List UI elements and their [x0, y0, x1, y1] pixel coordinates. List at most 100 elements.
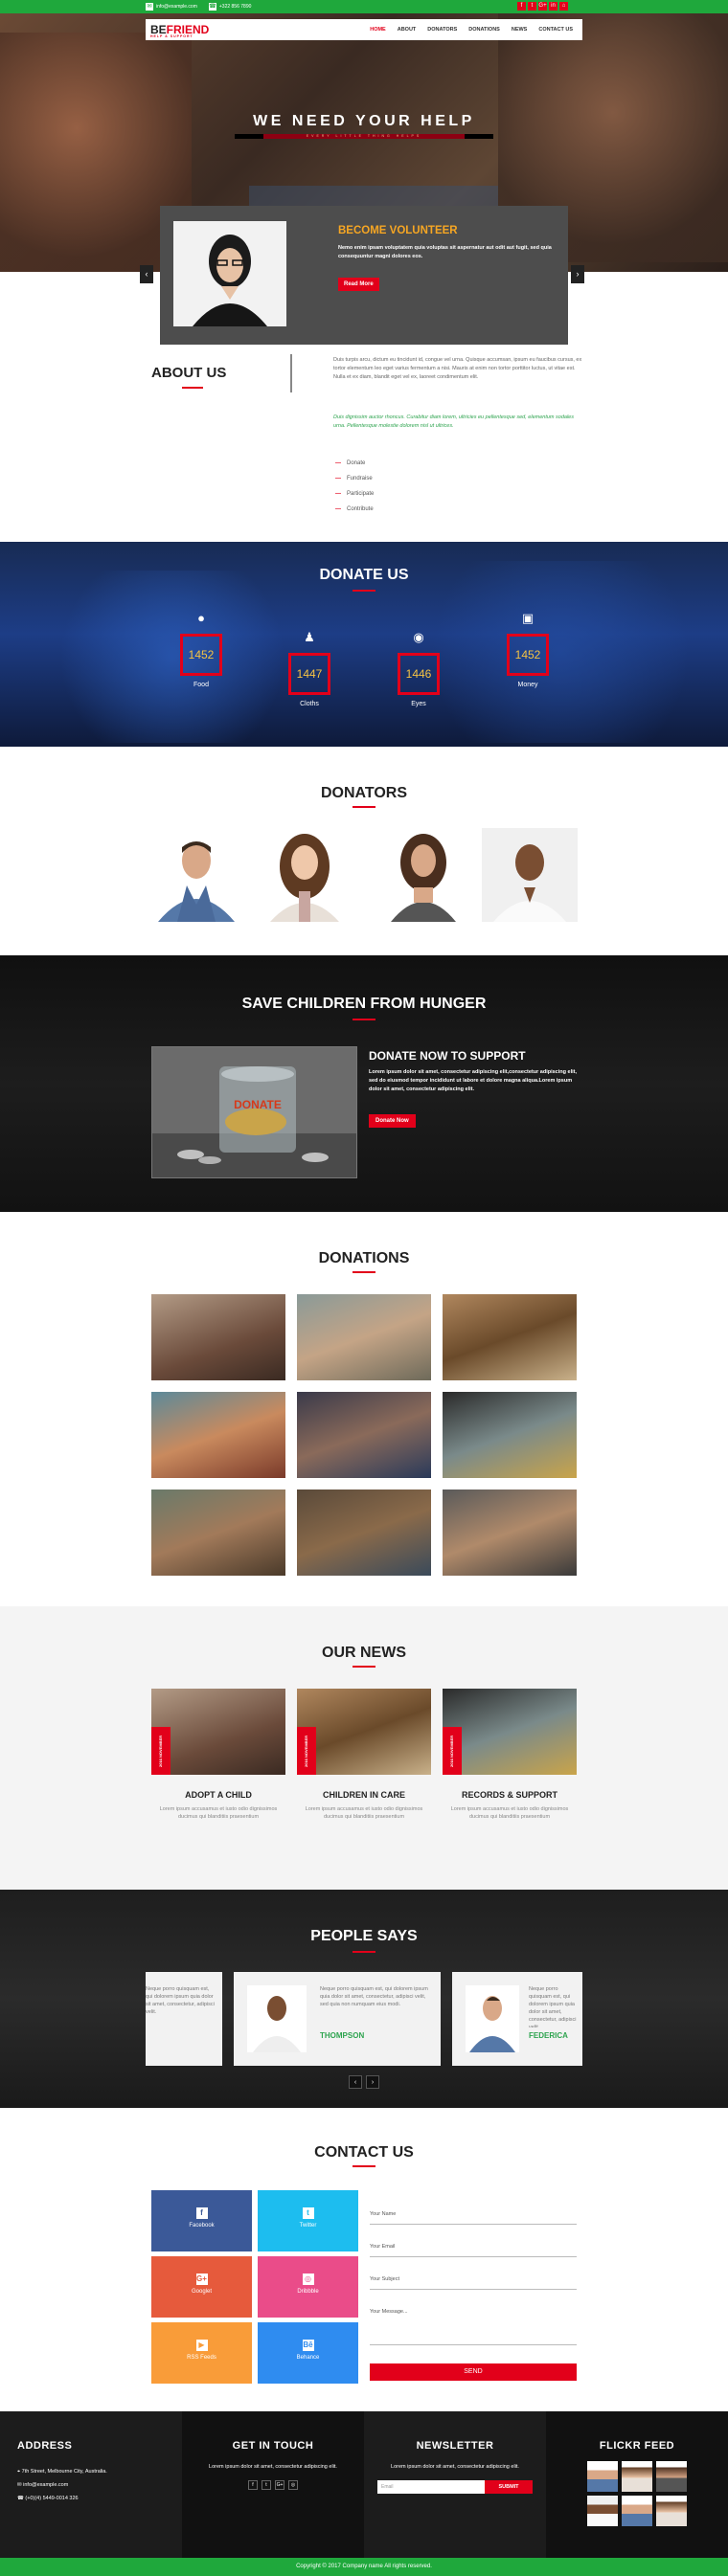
donators-title: DONATORS [320, 785, 408, 801]
list-item: Donate [335, 456, 374, 471]
footer-address: ADDRESS ⌖ 7th Street, Melbourne City, Au… [0, 2411, 182, 2558]
hero-title: WE NEED YOUR HELP [253, 113, 475, 129]
name-field[interactable]: Your Name [370, 2206, 577, 2225]
news-card-text: Lorem ipsum accusamus et iusto odio dign… [305, 1806, 423, 1820]
slider-next-button[interactable]: › [571, 265, 584, 283]
email-field[interactable]: Your Email [370, 2238, 577, 2257]
behance-link[interactable]: Bē Behance [258, 2322, 358, 2384]
stat-value: 1447 [288, 653, 330, 695]
slider-prev-button[interactable]: ‹ [140, 265, 153, 283]
rss-link[interactable]: ▶ RSS Feeds [151, 2322, 252, 2384]
twitter-link[interactable]: t Twitter [258, 2190, 358, 2251]
stat-label: Money [517, 682, 538, 688]
newsletter-email-input[interactable]: Email [377, 2480, 485, 2494]
news-image: 2016 NOVEMBER [297, 1689, 431, 1775]
logo[interactable]: BEFRIEND HELP & SUPPORT [150, 23, 209, 38]
testimonial-prev-button[interactable]: ‹ [349, 2075, 362, 2089]
subject-field[interactable]: Your Subject [370, 2271, 577, 2290]
stat-money: ▣ 1452 Money [494, 611, 561, 688]
google-plus-link[interactable]: G+ Googlet [151, 2256, 252, 2318]
linkedin-icon[interactable]: in [549, 2, 557, 11]
testimonial-photo [466, 1985, 519, 2052]
subscribe-button[interactable]: SUBMIT [485, 2480, 533, 2494]
donator-photo [482, 828, 578, 922]
top-email[interactable]: ✉ info@example.com [146, 3, 197, 11]
news-card-title[interactable]: CHILDREN IN CARE [297, 1790, 431, 1800]
top-phone: ☎ +322 856 7890 [208, 3, 252, 11]
facebook-link[interactable]: f Facebook [151, 2190, 252, 2251]
gallery-image[interactable] [297, 1392, 431, 1478]
volunteer-photo [173, 221, 286, 326]
google-plus-icon[interactable]: G+ [538, 2, 547, 11]
nav-donators[interactable]: DONATORS [421, 27, 463, 33]
twitter-icon[interactable]: t [262, 2480, 271, 2490]
news-date: 2016 NOVEMBER [151, 1727, 171, 1775]
news-card-title[interactable]: ADOPT A CHILD [151, 1790, 285, 1800]
news-card[interactable]: 2016 NOVEMBER CHILDREN IN CARE Lorem ips… [297, 1689, 431, 1821]
stat-eyes: ◉ 1446 Eyes [385, 630, 452, 707]
flickr-image[interactable] [622, 2461, 652, 2492]
gallery-image[interactable] [151, 1490, 285, 1576]
gallery-image[interactable] [443, 1490, 577, 1576]
testimonial-card: Neque porro quisquam est, qui dolorem ip… [452, 1972, 582, 2066]
gallery-image[interactable] [443, 1392, 577, 1478]
stat-value: 1452 [180, 634, 222, 676]
news-card-title[interactable]: RECORDS & SUPPORT [443, 1790, 577, 1800]
donator-photo [148, 828, 244, 922]
nav-donations[interactable]: DONATIONS [463, 27, 506, 33]
facebook-icon[interactable]: f [517, 2, 526, 11]
testimonial-name: FEDERICA [529, 2031, 568, 2040]
stat-value: 1446 [398, 653, 440, 695]
news-image: 2016 NOVEMBER [151, 1689, 285, 1775]
gallery-image[interactable] [297, 1490, 431, 1576]
dribbble-icon[interactable]: ◎ [288, 2480, 298, 2490]
hunger-text: Lorem ipsum dolor sit amet, consectetur … [369, 1069, 577, 1092]
contact-title: CONTACT US [314, 2144, 414, 2161]
twitter-icon[interactable]: t [528, 2, 536, 11]
send-button[interactable]: SEND [370, 2363, 577, 2381]
donations-section: DONATIONS [0, 1212, 728, 1606]
testimonials-section: PEOPLE SAYS Neque porro quisquam est, qu… [0, 1890, 728, 2108]
message-field[interactable]: Your Message... [370, 2303, 577, 2345]
flickr-image[interactable] [587, 2461, 618, 2492]
nav-news[interactable]: NEWS [506, 27, 534, 33]
read-more-button[interactable]: Read More [338, 278, 379, 291]
about-text: Duis turpis arcu, dictum eu tincidunt id… [333, 357, 582, 380]
hunger-section: SAVE CHILDREN FROM HUNGER DONATE DONATE … [0, 955, 728, 1212]
news-date: 2016 NOVEMBER [297, 1727, 316, 1775]
donate-title: DONATE US [319, 567, 409, 583]
nav-home[interactable]: HOME [364, 27, 392, 33]
flickr-image[interactable] [622, 2496, 652, 2526]
gallery-image[interactable] [297, 1294, 431, 1380]
flickr-image[interactable] [587, 2496, 618, 2526]
stat-label: Cloths [300, 701, 319, 707]
footer-get-in-touch: GET IN TOUCH Lorem ipsum dolor sit amet,… [182, 2411, 364, 2558]
google-plus-icon: G+ [195, 2274, 208, 2285]
flickr-image[interactable] [656, 2496, 687, 2526]
gallery-image[interactable] [151, 1294, 285, 1380]
stat-label: Eyes [411, 701, 426, 707]
gallery-image[interactable] [151, 1392, 285, 1478]
footer: ADDRESS ⌖ 7th Street, Melbourne City, Au… [0, 2411, 728, 2558]
navbar: BEFRIEND HELP & SUPPORT HOME ABOUT DONATO… [146, 19, 582, 40]
flickr-image[interactable] [656, 2461, 687, 2492]
list-item: Fundraise [335, 471, 374, 486]
news-date: 2016 NOVEMBER [443, 1727, 462, 1775]
gallery-image[interactable] [443, 1294, 577, 1380]
facebook-icon[interactable]: f [248, 2480, 258, 2490]
dribbble-link[interactable]: ◎ Dribbble [258, 2256, 358, 2318]
nav-about[interactable]: ABOUT [392, 27, 422, 33]
money-icon: ▣ [521, 611, 535, 625]
news-card[interactable]: 2016 NOVEMBER RECORDS & SUPPORT Lorem ip… [443, 1689, 577, 1821]
testimonial-text: Neque porro quisquam est, qui dolorem ip… [146, 1986, 215, 2015]
donation-jar-image: DONATE [151, 1046, 357, 1178]
nav-contact[interactable]: CONTACT US [533, 27, 579, 33]
stat-food: ● 1452 Food [168, 611, 235, 688]
news-card[interactable]: 2016 NOVEMBER ADOPT A CHILD Lorem ipsum … [151, 1689, 285, 1821]
google-plus-icon[interactable]: G+ [275, 2480, 284, 2490]
footer-email[interactable]: ✉ info@example.com [17, 2478, 182, 2492]
testimonial-next-button[interactable]: › [366, 2075, 379, 2089]
donate-now-button[interactable]: Donate Now [369, 1114, 416, 1128]
home-icon[interactable]: ⌂ [559, 2, 568, 11]
apple-icon: ● [197, 611, 205, 625]
